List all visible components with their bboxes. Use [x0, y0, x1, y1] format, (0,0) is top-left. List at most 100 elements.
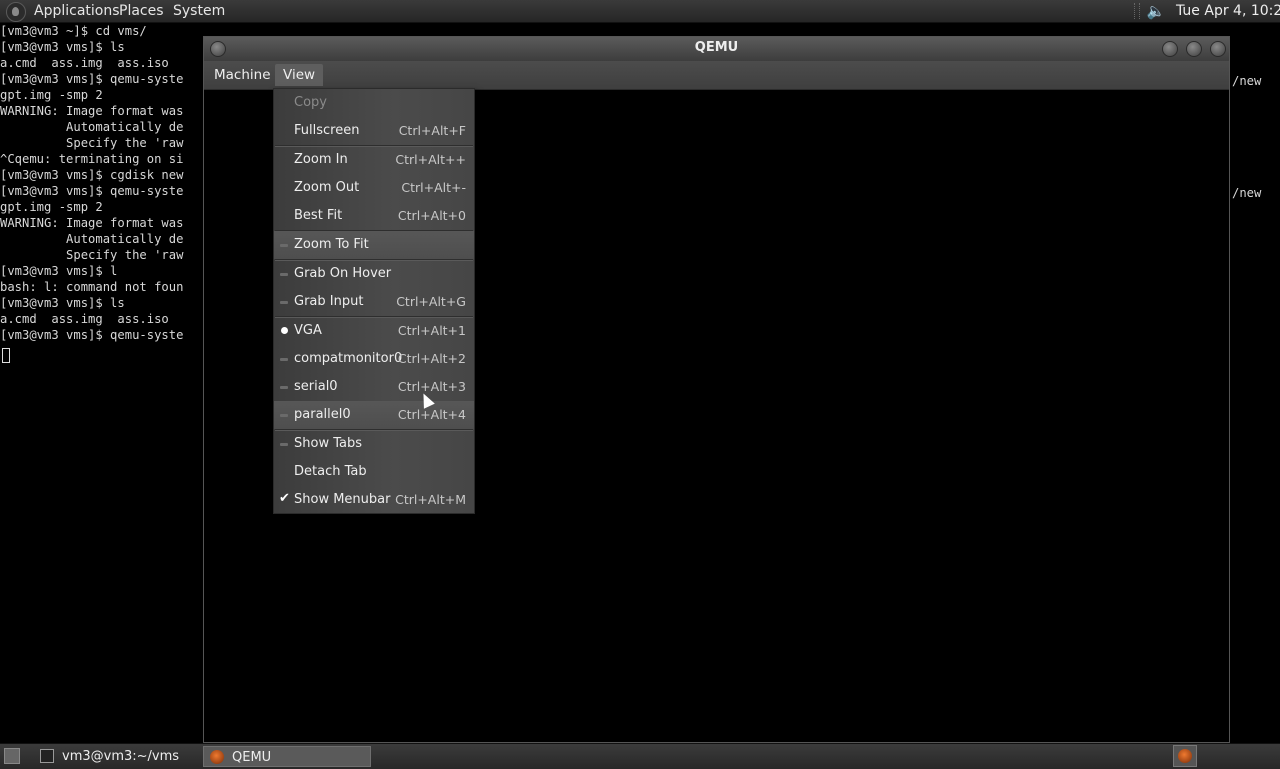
- menu-item-label: Fullscreen: [294, 123, 360, 138]
- view-menu-item-fullscreen[interactable]: Fullscreen Ctrl+Alt+F: [274, 117, 474, 145]
- qemu-icon: [210, 750, 224, 764]
- menu-item-accelerator: Ctrl+Alt+2: [397, 351, 466, 366]
- tray-separator: [1134, 3, 1140, 19]
- terminal-line: Specify the 'raw: [0, 136, 184, 150]
- view-menu-item-show-menubar[interactable]: ✔ Show Menubar Ctrl+Alt+M: [274, 486, 474, 514]
- systray-qemu[interactable]: [1173, 745, 1197, 767]
- menu-item-accelerator: Ctrl+Alt+4: [397, 407, 466, 422]
- terminal-line: ^Cqemu: terminating on si: [0, 152, 184, 166]
- taskbar-item-terminal[interactable]: vm3@vm3:~/vms: [34, 746, 202, 767]
- view-menu-item-copy: Copy: [274, 89, 474, 117]
- menu-item-label: Grab Input: [294, 294, 364, 309]
- view-menu-item-zoom-to-fit[interactable]: Zoom To Fit: [274, 231, 474, 259]
- terminal-line: gpt.img -smp 2: [0, 200, 103, 214]
- terminal-line: WARNING: Image format was: [0, 104, 184, 118]
- view-menu-item-best-fit[interactable]: Best Fit Ctrl+Alt+0: [274, 202, 474, 230]
- menu-item-label: Detach Tab: [294, 464, 367, 479]
- terminal-line: [vm3@vm3 vms]$ ls: [0, 296, 125, 310]
- menu-item-label: parallel0: [294, 407, 351, 422]
- terminal-cursor: [2, 348, 10, 363]
- terminal-line: [vm3@vm3 vms]$ qemu-syste: [0, 184, 184, 198]
- terminal-line: [vm3@vm3 vms]$ l: [0, 264, 118, 278]
- applications-menu[interactable]: Applications: [28, 0, 126, 22]
- unchecked-indicator-icon: [280, 244, 288, 247]
- terminal-output: [vm3@vm3 ~]$ cd vms/ [vm3@vm3 vms]$ ls a.c…: [0, 23, 203, 343]
- menu-item-label: VGA: [294, 323, 322, 338]
- taskbar-item-label: QEMU: [232, 750, 272, 765]
- unchecked-indicator-icon: [280, 358, 288, 361]
- minimize-button[interactable]: [1162, 41, 1178, 57]
- view-menu-item-parallel0[interactable]: parallel0 Ctrl+Alt+4: [274, 401, 474, 429]
- terminal-line: bash: l: command not foun: [0, 280, 184, 294]
- unchecked-indicator-icon: [280, 414, 288, 417]
- menu-item-label: Show Menubar: [294, 492, 391, 507]
- view-menu-item-show-tabs[interactable]: Show Tabs: [274, 430, 474, 458]
- menu-item-label: Zoom To Fit: [294, 237, 369, 252]
- clock[interactable]: Tue Apr 4, 10:21: [1176, 0, 1280, 22]
- terminal-line: gpt.img -smp 2: [0, 88, 103, 102]
- qemu-titlebar[interactable]: QEMU: [204, 37, 1229, 62]
- unchecked-indicator-icon: [280, 443, 288, 446]
- qemu-icon: [1178, 749, 1192, 763]
- terminal-line: [vm3@vm3 ~]$ cd vms/: [0, 24, 147, 38]
- top-panel: Applications Places System 🔈 Tue Apr 4, …: [0, 0, 1280, 23]
- view-menu-item-grab-input[interactable]: Grab Input Ctrl+Alt+G: [274, 288, 474, 316]
- unchecked-indicator-icon: [280, 386, 288, 389]
- view-menu-item-compatmonitor0[interactable]: compatmonitor0 Ctrl+Alt+2: [274, 345, 474, 373]
- menu-item-accelerator: Ctrl+Alt+0: [397, 208, 466, 223]
- terminal-line: [vm3@vm3 vms]$ ls: [0, 40, 125, 54]
- qemu-menubar: Machine View: [204, 61, 1229, 90]
- terminal-fragment: /new: [1232, 186, 1262, 200]
- unchecked-indicator-icon: [280, 301, 288, 304]
- gnome-foot-icon[interactable]: [6, 2, 26, 22]
- terminal-line: a.cmd ass.img ass.iso: [0, 56, 184, 70]
- terminal-line: [vm3@vm3 vms]$ cgdisk new: [0, 168, 184, 182]
- menu-view[interactable]: View: [275, 64, 324, 86]
- menu-item-accelerator: Ctrl+Alt+M: [395, 492, 466, 507]
- menu-item-label: Copy: [294, 95, 327, 110]
- show-desktop-icon[interactable]: [4, 748, 20, 764]
- radio-selected-icon: [281, 327, 288, 334]
- menu-item-label: Zoom In: [294, 152, 348, 167]
- bottom-panel: vm3@vm3:~/vms QEMU: [0, 743, 1280, 769]
- terminal-line: [vm3@vm3 vms]$ qemu-syste: [0, 72, 184, 86]
- menu-item-accelerator: Ctrl+Alt+F: [398, 123, 466, 138]
- menu-item-label: Grab On Hover: [294, 266, 392, 281]
- terminal-line: Automatically de: [0, 120, 184, 134]
- taskbar-item-label: vm3@vm3:~/vms: [62, 749, 180, 764]
- places-menu[interactable]: Places: [113, 0, 170, 22]
- view-menu-dropdown: Copy Fullscreen Ctrl+Alt+F Zoom In Ctrl+Alt+…: [273, 88, 475, 514]
- terminal-window[interactable]: [vm3@vm3 ~]$ cd vms/ [vm3@vm3 vms]$ ls a.c…: [0, 23, 203, 743]
- menu-item-accelerator: Ctrl+Alt++: [395, 152, 466, 167]
- window-title: QEMU: [694, 40, 739, 55]
- menu-item-label: serial0: [294, 379, 338, 394]
- terminal-line: a.cmd ass.img ass.iso: [0, 312, 184, 326]
- menu-machine[interactable]: Machine: [206, 64, 279, 86]
- maximize-button[interactable]: [1186, 41, 1202, 57]
- taskbar-item-qemu[interactable]: QEMU: [203, 746, 371, 767]
- menu-item-accelerator: Ctrl+Alt+-: [401, 180, 466, 195]
- view-menu-item-zoom-out[interactable]: Zoom Out Ctrl+Alt+-: [274, 174, 474, 202]
- close-button[interactable]: [1210, 41, 1226, 57]
- menu-item-label: Zoom Out: [294, 180, 360, 195]
- checkmark-icon: ✔: [279, 491, 290, 506]
- view-menu-item-grab-on-hover[interactable]: Grab On Hover: [274, 260, 474, 288]
- menu-item-label: Show Tabs: [294, 436, 362, 451]
- terminal-line: [vm3@vm3 vms]$ qemu-syste: [0, 328, 184, 342]
- terminal-icon: [40, 749, 54, 763]
- terminal-line: Automatically de: [0, 232, 184, 246]
- menu-item-accelerator: Ctrl+Alt+1: [397, 323, 466, 338]
- terminal-line: WARNING: Image format was: [0, 216, 184, 230]
- view-menu-item-zoom-in[interactable]: Zoom In Ctrl+Alt++: [274, 146, 474, 174]
- menu-item-label: Best Fit: [294, 208, 343, 223]
- system-menu[interactable]: System: [167, 0, 231, 22]
- terminal-line: Specify the 'raw: [0, 248, 184, 262]
- menu-item-accelerator: Ctrl+Alt+G: [396, 294, 466, 309]
- view-menu-item-serial0[interactable]: serial0 Ctrl+Alt+3: [274, 373, 474, 401]
- view-menu-item-detach-tab[interactable]: Detach Tab: [274, 458, 474, 486]
- terminal-fragment: /new: [1232, 74, 1262, 88]
- unchecked-indicator-icon: [280, 273, 288, 276]
- menu-item-label: compatmonitor0: [294, 351, 403, 366]
- view-menu-item-vga[interactable]: VGA Ctrl+Alt+1: [274, 317, 474, 345]
- volume-icon[interactable]: 🔈: [1146, 2, 1166, 20]
